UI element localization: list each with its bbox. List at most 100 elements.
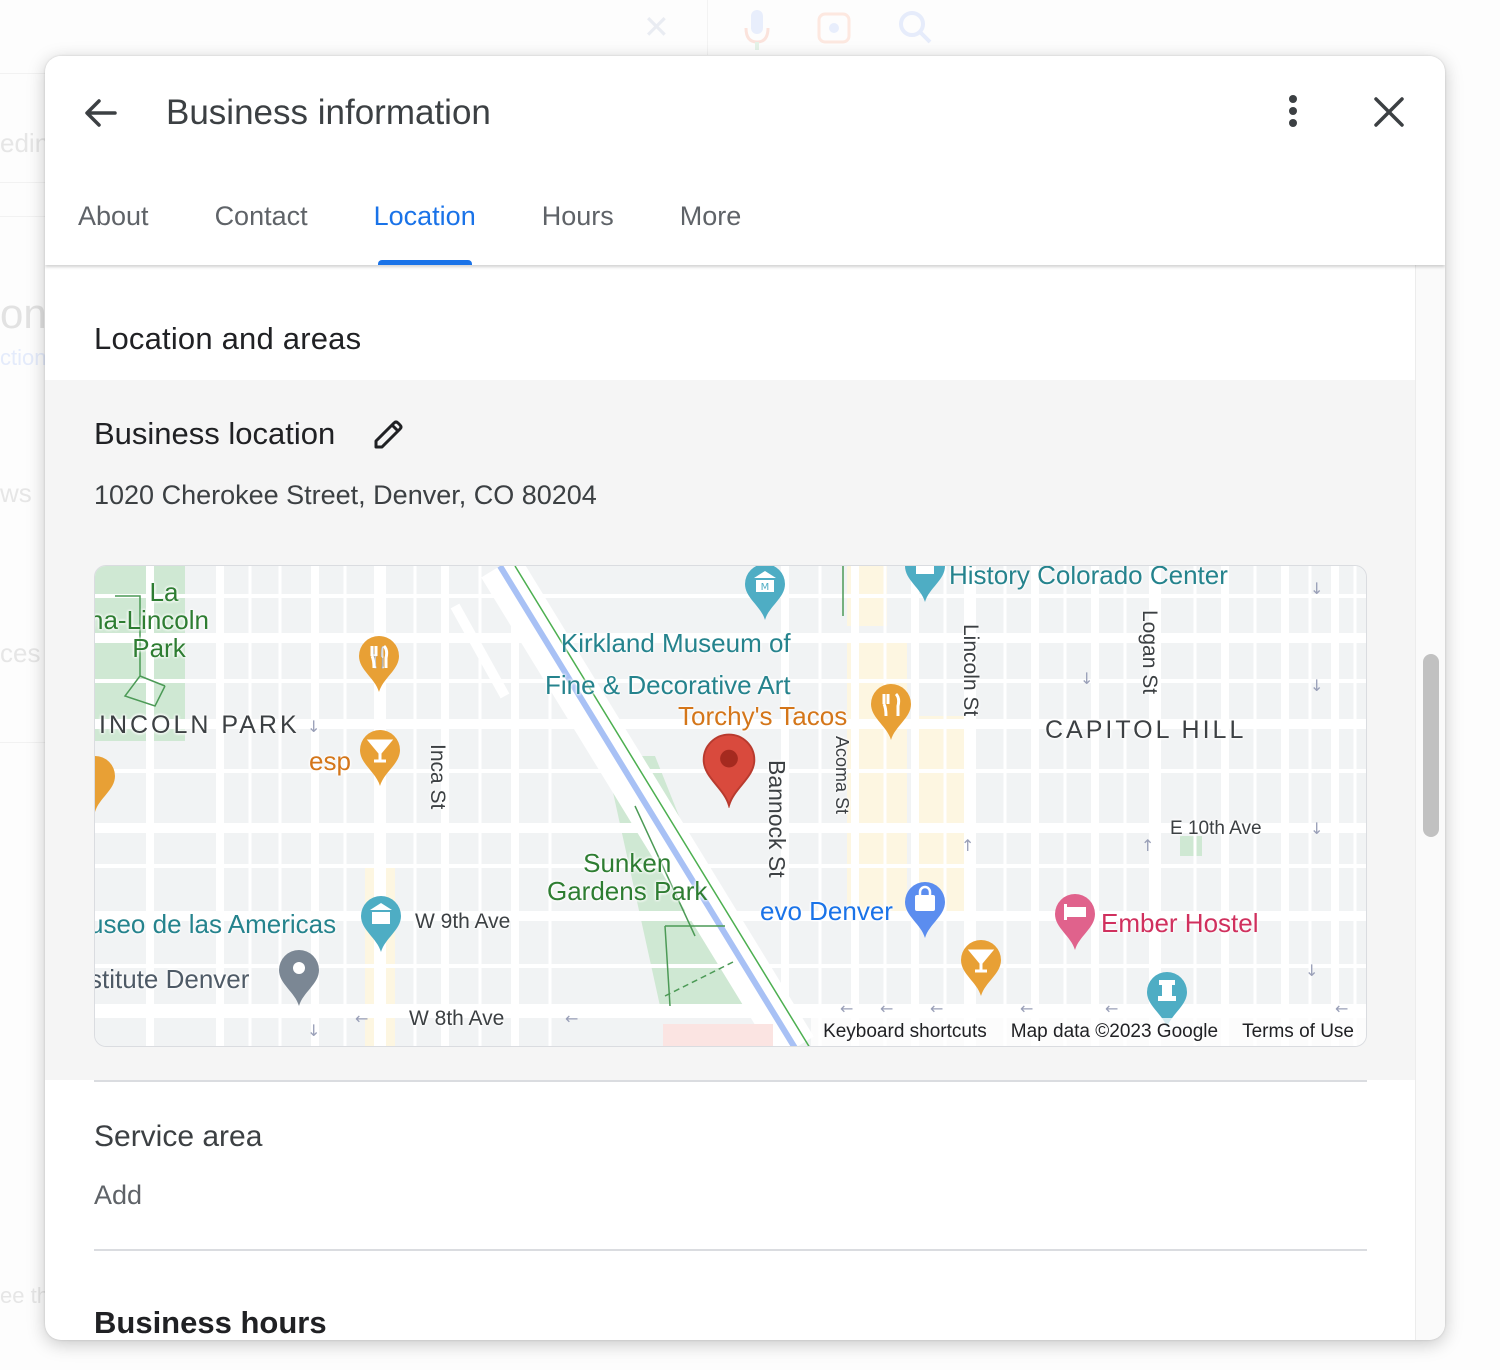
divider	[0, 73, 45, 74]
active-tab-indicator	[377, 260, 472, 265]
scrollbar-thumb[interactable]	[1423, 654, 1439, 837]
museum-pin-icon[interactable]: M	[743, 565, 787, 622]
dialog-content: Location and areas Business location 102…	[45, 265, 1415, 1340]
street-label: W 8th Ave	[409, 1007, 505, 1030]
business-hours-title: Business hours	[94, 1305, 327, 1340]
svg-text:←: ←	[565, 1009, 578, 1028]
svg-text:↓: ↓	[1310, 676, 1323, 695]
bar-pin-icon[interactable]	[959, 938, 1003, 998]
dialog-header: Business information About Contact Locat…	[45, 56, 1445, 265]
background-text: edin	[0, 128, 45, 158]
section-title: Location and areas	[94, 321, 362, 356]
hotel-pin-icon[interactable]	[1053, 892, 1097, 952]
museum-pin-icon[interactable]	[359, 894, 403, 954]
map-label-kirkland-museum[interactable]: Kirkland Museum of Fine & Decorative Art	[545, 622, 791, 706]
label-line: La	[149, 577, 179, 607]
map-label-torchys-tacos[interactable]: Torchy's Tacos	[678, 701, 847, 732]
business-location-pin-icon[interactable]	[701, 732, 757, 808]
map-label-sunken-gardens[interactable]: Sunken Gardens Park	[547, 849, 707, 905]
divider	[0, 182, 45, 183]
bar-pin-icon[interactable]	[358, 728, 402, 788]
tab-about[interactable]: About	[78, 191, 149, 265]
tab-contact[interactable]: Contact	[215, 191, 308, 265]
svg-text:←: ←	[930, 999, 943, 1018]
map-label-museo-americas[interactable]: useo de las Americas	[95, 909, 336, 940]
more-vert-icon	[1289, 95, 1297, 127]
svg-text:↓: ↓	[1310, 579, 1323, 598]
background-text: ction	[0, 345, 45, 370]
tab-bar: About Contact Location Hours More	[45, 191, 741, 265]
svg-text:←: ←	[880, 999, 893, 1018]
map-footer: Keyboard shortcuts Map data ©2023 Google…	[811, 1018, 1366, 1046]
map-label-district: INCOLN PARK	[99, 711, 300, 739]
svg-text:↓: ↓	[1080, 669, 1093, 688]
svg-text:←: ←	[1335, 999, 1348, 1018]
museum-pin-icon[interactable]	[903, 565, 947, 604]
label-line: na-Lincoln	[94, 605, 209, 635]
svg-text:M: M	[761, 582, 770, 593]
svg-text:↓: ↓	[307, 717, 320, 736]
svg-text:←: ←	[1105, 999, 1118, 1018]
street-label: Inca St	[426, 744, 449, 810]
label-line: Sunken	[583, 848, 672, 878]
label-line: Park	[132, 633, 186, 663]
close-button[interactable]	[1367, 90, 1411, 134]
tab-label: Contact	[214, 201, 308, 231]
divider	[0, 742, 45, 743]
service-area-label: Service area	[94, 1120, 263, 1153]
more-options-button[interactable]	[1273, 92, 1313, 132]
search-icon	[896, 8, 936, 56]
svg-text:←: ←	[840, 999, 853, 1018]
edit-location-button[interactable]	[370, 417, 406, 453]
restaurant-pin-icon[interactable]	[869, 682, 913, 742]
add-service-area-button[interactable]: Add	[94, 1180, 142, 1211]
business-address: 1020 Cherokee Street, Denver, CO 80204	[94, 480, 597, 510]
street-label: E 10th Ave	[1170, 818, 1262, 839]
street-label: Bannock St	[764, 760, 790, 878]
svg-text:↑: ↑	[1141, 836, 1154, 855]
shopping-pin-icon[interactable]	[903, 880, 947, 940]
place-pin-icon[interactable]	[277, 948, 321, 1008]
tab-location[interactable]: Location	[374, 191, 476, 265]
close-icon	[1374, 97, 1404, 127]
map-label-evo-denver[interactable]: evo Denver	[760, 896, 893, 927]
map-label-institute[interactable]: stitute Denver	[95, 964, 249, 995]
background-text: ws	[0, 478, 32, 508]
street-label: W 9th Ave	[415, 910, 511, 933]
tab-label: More	[679, 201, 742, 231]
background-text: ee th	[0, 1283, 45, 1308]
divider	[0, 216, 45, 217]
location-map[interactable]: ↓ ↓ ← ← ← ← ← ← ← ← ↓ ↓ ↓ ↓ ↓ ↑ ↑ La na-Lincoln	[94, 565, 1367, 1047]
dialog-title: Business information	[166, 93, 491, 132]
tab-hours[interactable]: Hours	[542, 191, 614, 265]
tab-label: About	[78, 201, 149, 231]
business-location-section: Business location 1020 Cherokee Street, …	[45, 380, 1415, 1080]
terms-of-use-link[interactable]: Terms of Use	[1230, 1021, 1366, 1043]
label-line: Gardens Park	[547, 876, 708, 906]
divider	[707, 0, 708, 55]
label-line: Fine & Decorative Art	[545, 670, 791, 700]
restaurant-pin-icon[interactable]: 🍴	[357, 634, 401, 694]
lens-icon	[815, 8, 855, 56]
svg-text:↓: ↓	[307, 1021, 320, 1040]
place-pin-icon[interactable]	[94, 754, 117, 814]
svg-text:←: ←	[1020, 999, 1033, 1018]
back-button[interactable]	[79, 91, 123, 135]
business-location-label: Business location	[94, 416, 336, 451]
keyboard-shortcuts-link[interactable]: Keyboard shortcuts	[811, 1021, 999, 1043]
map-label-ember-hostel[interactable]: Ember Hostel	[1101, 908, 1259, 939]
divider	[94, 1249, 1367, 1251]
map-label-bar[interactable]: esp	[309, 746, 351, 777]
background-text: on	[0, 290, 45, 337]
svg-text:↑: ↑	[961, 836, 974, 855]
tab-more[interactable]: More	[680, 191, 742, 265]
map-label-park[interactable]: La na-Lincoln Park	[95, 577, 209, 662]
map-label-district: CAPITOL HILL	[1045, 716, 1247, 744]
map-data-attribution[interactable]: Map data ©2023 Google	[999, 1021, 1230, 1043]
background-search-bar: ✕	[0, 0, 1500, 55]
street-label: Lincoln St	[959, 624, 982, 717]
street-label: Acoma St	[832, 736, 852, 815]
scrollbar[interactable]	[1415, 265, 1445, 1340]
svg-text:←: ←	[355, 1009, 368, 1028]
map-label-history-colorado[interactable]: History Colorado Center	[949, 566, 1228, 591]
